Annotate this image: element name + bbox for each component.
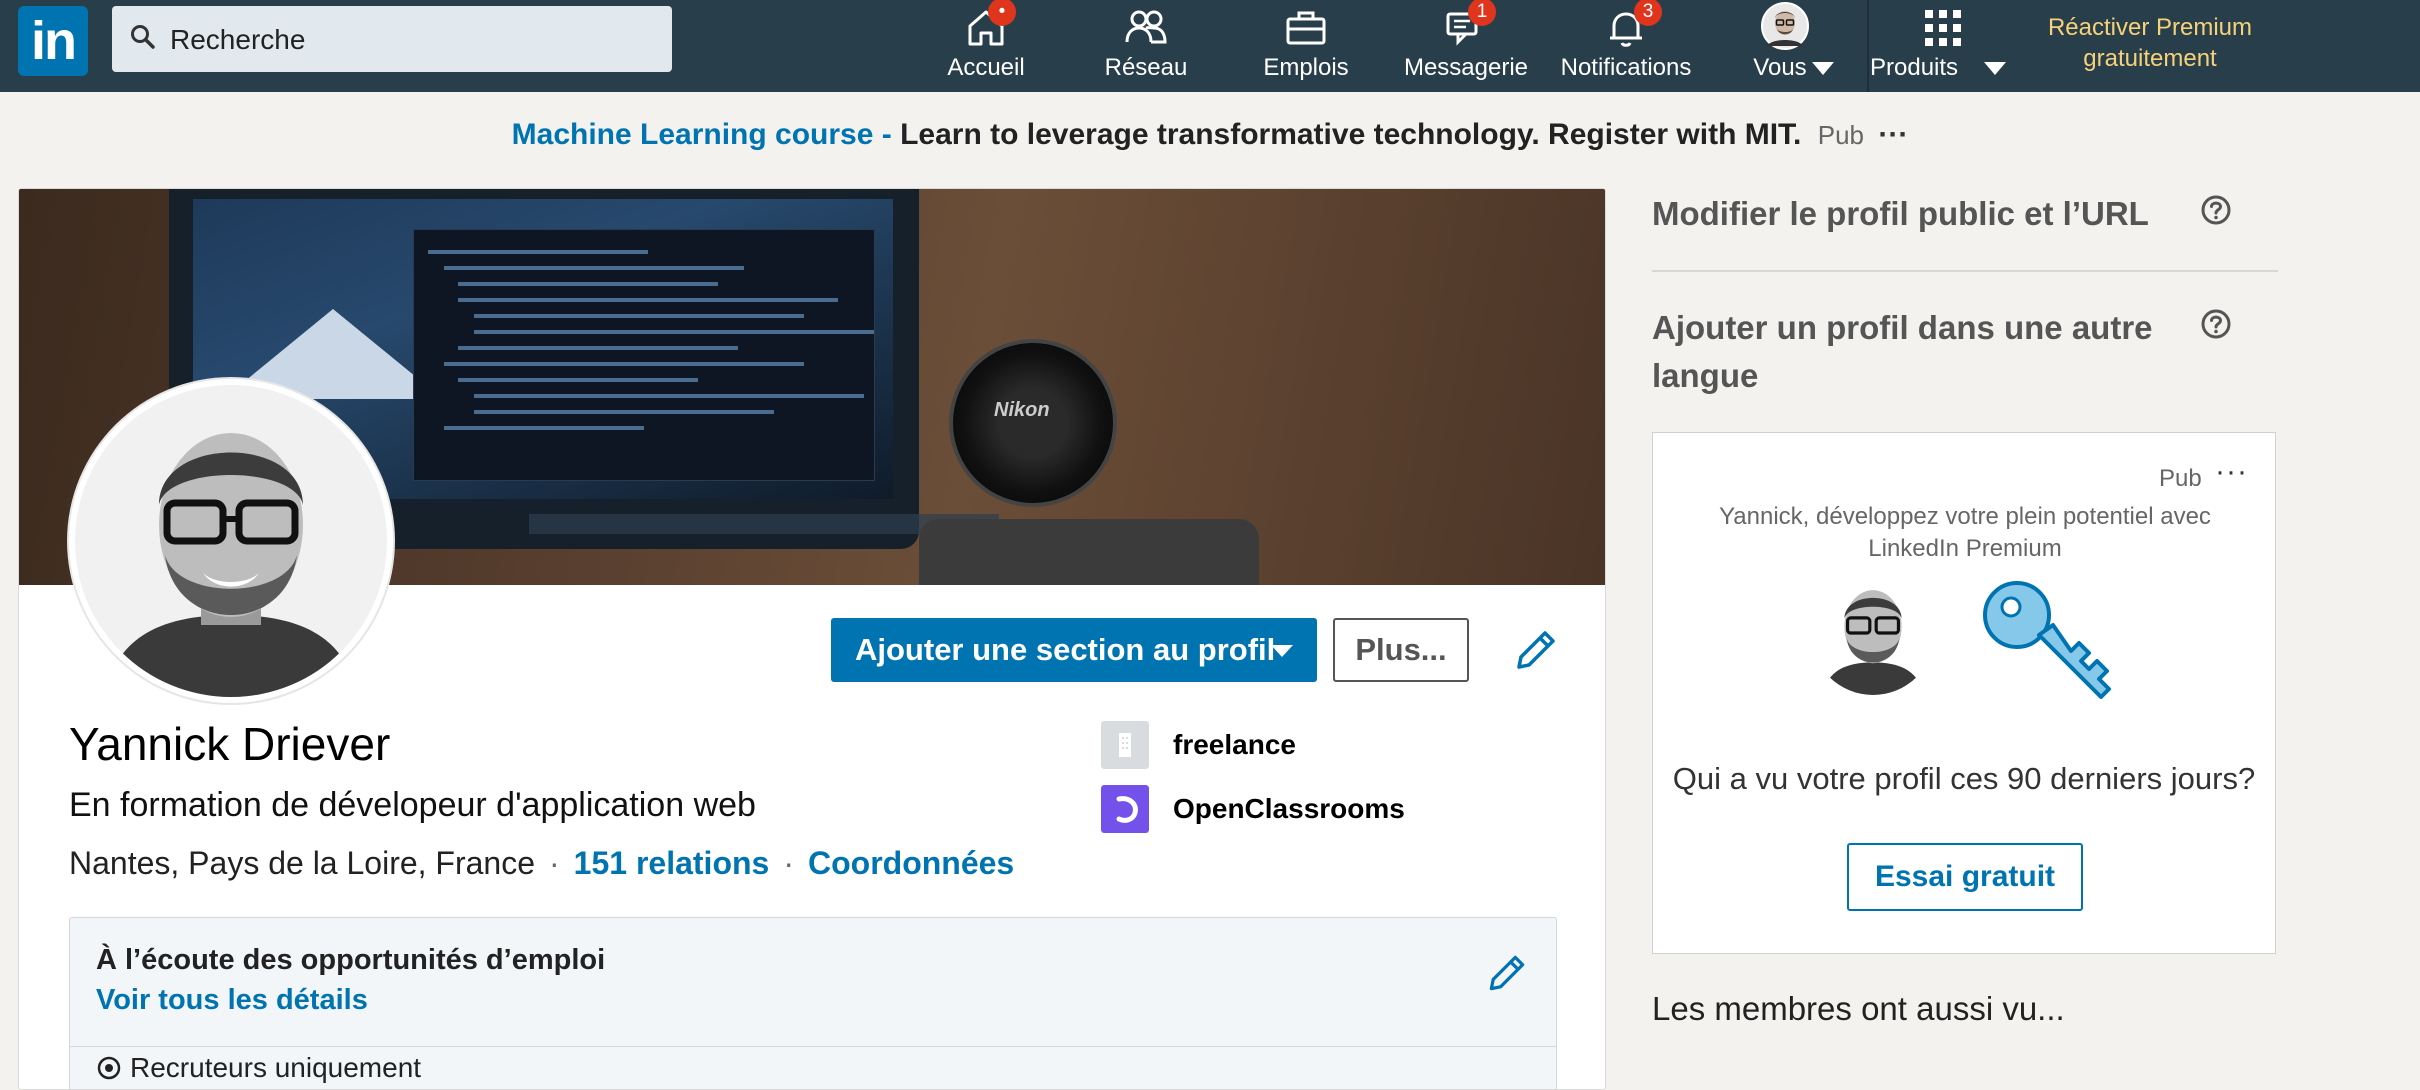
profile-location: Nantes, Pays de la Loire, France xyxy=(69,845,536,881)
building-icon xyxy=(1101,721,1149,769)
more-actions-button[interactable]: Plus... xyxy=(1333,618,1469,682)
edit-open-to-work-pencil-icon[interactable] xyxy=(1484,950,1530,996)
chevron-down-icon xyxy=(1271,645,1293,657)
profile-location-line: Nantes, Pays de la Loire, France · 151 rel… xyxy=(69,845,1014,882)
see-all-details-link[interactable]: Voir tous les détails xyxy=(96,984,368,1017)
company-name: freelance xyxy=(1173,729,1296,760)
sponsored-ad-banner[interactable]: Machine Learning course - Learn to lever… xyxy=(0,118,2420,152)
notification-badge: 1 xyxy=(1468,0,1496,26)
nav-item-label: Accueil xyxy=(947,54,1025,81)
briefcase-icon xyxy=(1286,11,1326,45)
profile-views-question: Qui a vu votre profil ces 90 derniers jo… xyxy=(1672,761,2256,796)
nav-item-products[interactable]: Produits xyxy=(1870,0,2008,92)
open-to-work-divider xyxy=(70,1046,1556,1047)
profile-photo-image xyxy=(75,385,387,697)
avatar xyxy=(1761,2,1809,50)
cover-lens-brand: Nikon xyxy=(994,399,1050,421)
top-navigation-bar: in • Accueil Réseau Emplois xyxy=(0,0,2420,92)
add-language-line: Ajouter un profil dans une autre xyxy=(1652,309,2153,346)
profile-headline: En formation de dévelopeur d'application… xyxy=(69,786,756,824)
nav-item-label: Produits xyxy=(1870,54,1959,81)
premium-ad-message-line: LinkedIn Premium xyxy=(1868,535,2062,562)
search-input[interactable] xyxy=(168,6,652,74)
free-trial-button[interactable]: Essai gratuit xyxy=(1847,843,2083,911)
chevron-down-icon xyxy=(1812,62,1834,75)
school-name: OpenClassrooms xyxy=(1173,793,1405,824)
edit-public-profile-link[interactable]: Modifier le profil public et l’URL xyxy=(1652,190,2149,238)
ad-more-options-icon[interactable]: ··· xyxy=(1878,118,1908,151)
open-to-work-title: À l’écoute des opportunités d’emploi xyxy=(96,944,606,976)
ad-text[interactable]: Learn to leverage transformative technol… xyxy=(900,118,1801,151)
nav-item-label: Emplois xyxy=(1263,54,1349,81)
profile-photo[interactable] xyxy=(69,379,393,703)
network-icon xyxy=(1125,10,1167,44)
nav-item-messaging[interactable]: 1 Messagerie xyxy=(1396,0,1536,92)
linkedin-logo[interactable]: in xyxy=(18,6,88,76)
add-profile-section-button[interactable]: Ajouter une section au profil xyxy=(831,618,1317,682)
openclassrooms-logo xyxy=(1101,785,1149,833)
nav-item-label: Réseau xyxy=(1104,54,1188,81)
nav-item-me[interactable]: Vous xyxy=(1730,0,1840,92)
eye-icon xyxy=(97,1056,121,1080)
cover-phone-image xyxy=(919,519,1259,585)
recruiters-only-line: Recruteurs uniquement xyxy=(96,1052,421,1084)
ad-pub-label: Pub xyxy=(2159,465,2202,492)
help-icon[interactable] xyxy=(2200,194,2232,226)
reactivate-premium-link[interactable]: Réactiver Premium gratuitement xyxy=(2020,12,2280,74)
notification-badge: • xyxy=(988,0,1016,26)
separator-dot: · xyxy=(549,845,560,881)
nav-divider xyxy=(1867,0,1869,92)
premium-link-line: Réactiver Premium xyxy=(2047,14,2253,41)
premium-ad-avatar xyxy=(1811,571,1935,695)
nav-item-label: Messagerie xyxy=(1403,54,1529,81)
profile-name: Yannick Driever xyxy=(69,718,391,770)
avatar xyxy=(1811,571,1935,695)
help-icon[interactable] xyxy=(2200,308,2232,340)
ad-more-options-icon[interactable]: ··· xyxy=(2215,455,2248,489)
cover-camera-lens xyxy=(949,339,1117,507)
edit-intro-pencil-icon[interactable] xyxy=(1511,625,1561,675)
ad-pub-label: Pub xyxy=(1817,120,1865,150)
cover-code-editor xyxy=(413,229,875,481)
contact-info-link[interactable]: Coordonnées xyxy=(808,845,1014,881)
notification-badge: 3 xyxy=(1634,0,1662,26)
chevron-down-icon xyxy=(1984,62,2006,75)
open-to-work-box: À l’écoute des opportunités d’emploi Voi… xyxy=(69,917,1557,1089)
profile-card: Nikon Ajouter une section au profil Plus… xyxy=(18,188,1606,1090)
add-profile-section-label: Ajouter une section au profil xyxy=(855,632,1276,667)
nav-item-home[interactable]: • Accueil xyxy=(926,0,1046,92)
premium-ad-card: Pub ··· Yannick, développez votre plein … xyxy=(1652,432,2276,954)
people-also-viewed-heading: Les membres ont aussi vu... xyxy=(1652,990,2065,1027)
premium-key-icon xyxy=(1983,581,2111,699)
sidebar-divider xyxy=(1652,270,2278,272)
ad-course-link[interactable]: Machine Learning course - xyxy=(512,118,892,151)
add-language-line: langue xyxy=(1652,357,1759,394)
search-box[interactable] xyxy=(112,6,672,74)
add-profile-language-link[interactable]: Ajouter un profil dans une autre langue xyxy=(1652,304,2153,400)
recruiters-only-label: Recruteurs uniquement xyxy=(130,1052,422,1083)
premium-link-line: gratuitement xyxy=(2083,45,2217,72)
nav-item-label: Notifications xyxy=(1560,54,1692,81)
nav-item-network[interactable]: Réseau xyxy=(1086,0,1206,92)
separator-dot: · xyxy=(783,845,794,881)
nav-item-jobs[interactable]: Emplois xyxy=(1246,0,1366,92)
connections-link[interactable]: 151 relations xyxy=(574,845,770,881)
search-icon xyxy=(131,25,155,49)
premium-ad-message-line: Yannick, développez votre plein potentie… xyxy=(1719,503,2211,530)
premium-ad-message: Yannick, développez votre plein potentie… xyxy=(1683,501,2247,565)
nav-item-notifications[interactable]: 3 Notifications xyxy=(1546,0,1706,92)
grid-icon xyxy=(1925,10,1961,46)
